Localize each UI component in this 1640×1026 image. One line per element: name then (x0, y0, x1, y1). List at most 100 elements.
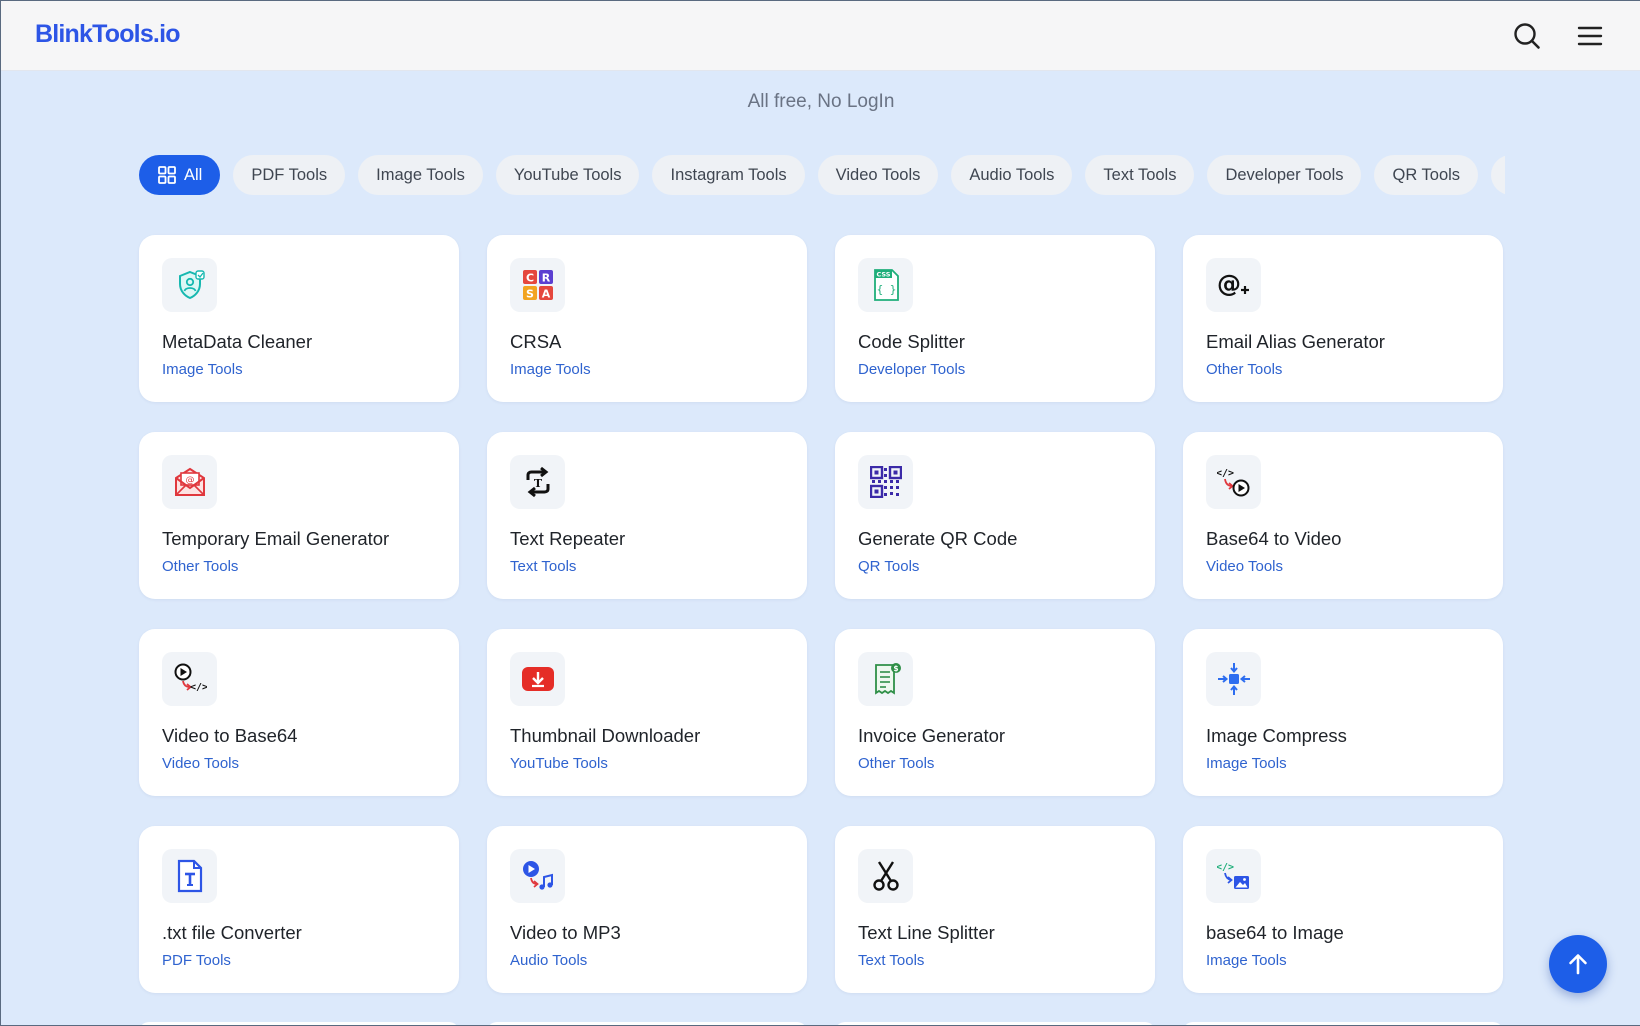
svg-text:A: A (541, 288, 550, 301)
tool-category-link[interactable]: Image Tools (1206, 952, 1287, 969)
svg-text:T: T (533, 477, 542, 490)
tool-title: Temporary Email Generator (162, 528, 390, 549)
tool-card-metadata-cleaner[interactable]: MetaData Cleaner Image Tools (139, 235, 459, 402)
arrow-up-icon (1569, 954, 1587, 975)
menu-icon[interactable] (1575, 21, 1605, 51)
tool-card-generate-qr-code[interactable]: Generate QR Code QR Tools (835, 432, 1155, 599)
tool-category-link[interactable]: Other Tools (162, 558, 238, 575)
crsa-icon: C R S A (510, 258, 565, 312)
tool-title: Generate QR Code (858, 528, 1018, 549)
tool-title: Video to MP3 (510, 922, 621, 943)
svg-text:C: C (525, 272, 533, 285)
search-icon[interactable] (1512, 21, 1542, 51)
metadata-cleaner-icon (162, 258, 217, 312)
filter-chip-instagram[interactable]: Instagram Tools (652, 155, 805, 195)
code-to-image-icon: </> (1206, 849, 1261, 903)
tool-category-link[interactable]: Developer Tools (858, 361, 965, 378)
tool-title: CRSA (510, 331, 562, 352)
svg-text:{ }: { } (876, 283, 896, 296)
svg-text:R: R (541, 272, 550, 285)
tool-title: Code Splitter (858, 331, 965, 352)
svg-text:</>: </> (1217, 862, 1234, 873)
tool-category-link[interactable]: Image Tools (510, 361, 591, 378)
tool-card-base64-to-image[interactable]: </> base64 to Image Image Tools (1183, 826, 1503, 993)
filter-chip-video[interactable]: Video Tools (817, 155, 939, 195)
tool-title: Email Alias Generator (1206, 331, 1385, 352)
tool-category-link[interactable]: PDF Tools (162, 952, 231, 969)
tool-category-link[interactable]: Image Tools (162, 361, 243, 378)
filter-chip-more[interactable] (1491, 155, 1505, 195)
tool-category-link[interactable]: QR Tools (858, 558, 919, 575)
tool-card-text-line-splitter[interactable]: Text Line Splitter Text Tools (835, 826, 1155, 993)
tool-card-temporary-email-generator[interactable]: @ Temporary Email Generator Other Tools (139, 432, 459, 599)
compress-icon (1206, 652, 1261, 706)
tool-card-crsa[interactable]: C R S A CRSA Image Tools (487, 235, 807, 402)
tool-card-video-to-mp3[interactable]: Video to MP3 Audio Tools (487, 826, 807, 993)
tool-card-thumbnail-downloader[interactable]: Thumbnail Downloader YouTube Tools (487, 629, 807, 796)
youtube-download-icon (510, 652, 565, 706)
tool-card-partial[interactable] (487, 1022, 807, 1025)
scroll-to-top-button[interactable] (1549, 935, 1607, 993)
svg-text:CSS: CSS (876, 271, 890, 279)
grid-icon (158, 166, 176, 184)
tool-category-link[interactable]: Other Tools (858, 755, 934, 772)
tool-title: MetaData Cleaner (162, 331, 313, 352)
tool-category-link[interactable]: Image Tools (1206, 755, 1287, 772)
qr-code-icon (858, 455, 913, 509)
tool-category-link[interactable]: YouTube Tools (510, 755, 608, 772)
category-filter-bar: All PDF Tools Image Tools YouTube Tools Inst… (139, 155, 1505, 195)
tool-card-txt-file-converter[interactable]: .txt file Converter PDF Tools (139, 826, 459, 993)
tagline: All free, No LogIn (747, 91, 895, 112)
filter-chip-qr[interactable]: QR Tools (1374, 155, 1479, 195)
tool-card-image-compress[interactable]: Image Compress Image Tools (1183, 629, 1503, 796)
tool-title: .txt file Converter (162, 922, 302, 943)
scissors-icon (858, 849, 913, 903)
tool-category-link[interactable]: Other Tools (1206, 361, 1282, 378)
tool-category-link[interactable]: Text Tools (510, 558, 576, 575)
filter-chip-pdf[interactable]: PDF Tools (233, 155, 346, 195)
repeat-icon: T (510, 455, 565, 509)
tool-title: base64 to Image (1206, 922, 1344, 943)
tool-card-invoice-generator[interactable]: $ Invoice Generator Other Tools (835, 629, 1155, 796)
svg-text:$: $ (893, 664, 898, 673)
invoice-icon: $ (858, 652, 913, 706)
tool-category-link[interactable]: Audio Tools (510, 952, 587, 969)
tool-title: Base64 to Video (1206, 528, 1342, 549)
tool-category-link[interactable]: Text Tools (858, 952, 924, 969)
tool-card-video-to-base64[interactable]: </> Video to Base64 Video Tools (139, 629, 459, 796)
tool-card-partial[interactable] (835, 1022, 1155, 1025)
tool-title: Video to Base64 (162, 725, 298, 746)
page: BlinkTools.io All free, No LogIn All PDF … (0, 0, 1640, 1026)
tool-title: Text Line Splitter (858, 922, 995, 943)
tool-category-link[interactable]: Video Tools (1206, 558, 1283, 575)
filter-chip-all[interactable]: All (139, 155, 221, 195)
tool-card-code-splitter[interactable]: CSS { } Code Splitter Developer Tools (835, 235, 1155, 402)
filter-chip-label: All (184, 166, 203, 184)
svg-text:</>: </> (189, 682, 206, 693)
tool-title: Text Repeater (510, 528, 626, 549)
filter-chip-text[interactable]: Text Tools (1085, 155, 1195, 195)
code-to-video-icon: </> (1206, 455, 1261, 509)
at-plus-icon: @ (1206, 258, 1261, 312)
tool-card-text-repeater[interactable]: T Text Repeater Text Tools (487, 432, 807, 599)
site-logo[interactable]: BlinkTools.io (35, 20, 181, 49)
filter-chip-developer[interactable]: Developer Tools (1207, 155, 1362, 195)
tool-title: Image Compress (1206, 725, 1347, 746)
filter-chip-youtube[interactable]: YouTube Tools (495, 155, 640, 195)
tool-title: Invoice Generator (858, 725, 1006, 746)
video-to-code-icon: </> (162, 652, 217, 706)
svg-text:S: S (526, 288, 534, 301)
tool-card-email-alias-generator[interactable]: @ Email Alias Generator Other Tools (1183, 235, 1503, 402)
filter-chip-audio[interactable]: Audio Tools (951, 155, 1073, 195)
tool-card-base64-to-video[interactable]: </> Base64 to Video Video Tools (1183, 432, 1503, 599)
tool-title: Thumbnail Downloader (510, 725, 701, 746)
svg-text:@: @ (1217, 270, 1241, 298)
top-header: BlinkTools.io (1, 1, 1640, 71)
filter-chip-image[interactable]: Image Tools (358, 155, 483, 195)
tool-card-partial[interactable] (139, 1022, 459, 1025)
svg-text:</>: </> (1217, 468, 1234, 479)
tool-card-partial[interactable] (1183, 1022, 1503, 1025)
envelope-icon: @ (162, 455, 217, 509)
svg-text:@: @ (185, 476, 194, 486)
tool-category-link[interactable]: Video Tools (162, 755, 239, 772)
